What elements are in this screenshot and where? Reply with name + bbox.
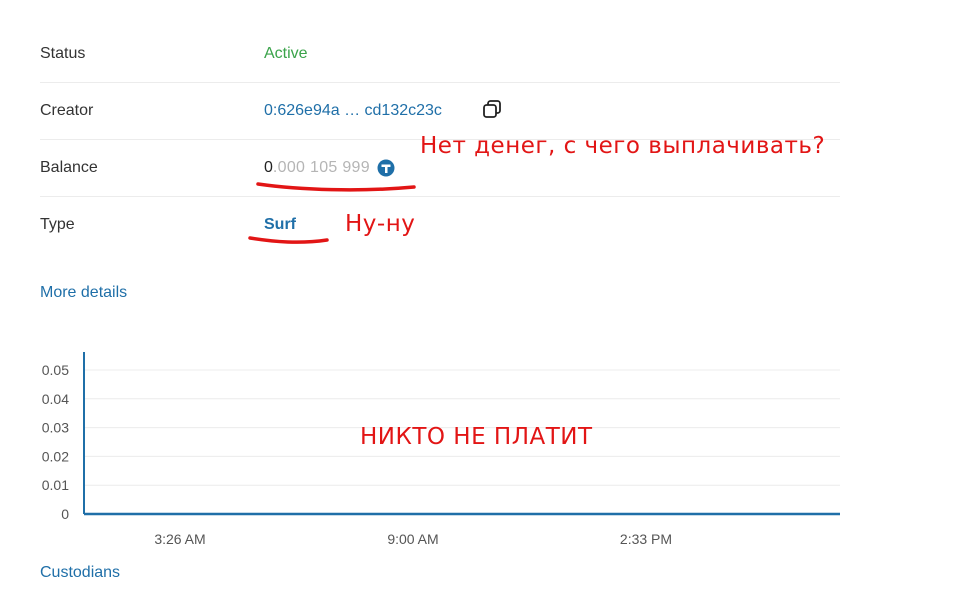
- annotation-no-money: Нет денег, с чего выплачивать?: [420, 133, 826, 159]
- copy-icon[interactable]: [482, 99, 502, 124]
- balance-value: 0.000 105 999: [264, 159, 370, 177]
- balance-fraction: .000 105 999: [272, 159, 370, 176]
- ton-coin-icon: [377, 159, 395, 182]
- status-value: Active: [264, 45, 308, 62]
- y-tick-label: 0: [61, 506, 69, 522]
- y-tick-label: 0.04: [42, 391, 69, 407]
- annotation-nobody-pays: НИКТО НЕ ПЛАТИТ: [360, 424, 593, 450]
- type-row: Type Surf: [40, 197, 840, 254]
- status-label: Status: [40, 45, 86, 62]
- creator-label: Creator: [40, 102, 94, 119]
- y-tick-label: 0.01: [42, 477, 69, 493]
- y-tick-label: 0.03: [42, 420, 69, 436]
- balance-label: Balance: [40, 159, 98, 176]
- y-tick-label: 0.02: [42, 448, 69, 464]
- type-label: Type: [40, 216, 75, 233]
- balance-integer: 0: [264, 159, 273, 176]
- annotation-nu-nu: Ну-ну: [345, 211, 416, 237]
- x-tick-label: 9:00 AM: [387, 531, 438, 547]
- x-tick-label: 2:33 PM: [620, 531, 672, 547]
- more-details-link[interactable]: More details: [40, 284, 127, 302]
- type-value-link[interactable]: Surf: [264, 216, 296, 234]
- creator-row: Creator 0:626e94a … cd132c23c: [40, 83, 840, 140]
- creator-address-link[interactable]: 0:626e94a … cd132c23c: [264, 102, 442, 120]
- x-tick-label: 3:26 AM: [154, 531, 205, 547]
- status-row: Status Active: [40, 26, 840, 83]
- custodians-link[interactable]: Custodians: [40, 564, 120, 582]
- y-tick-label: 0.05: [42, 362, 69, 378]
